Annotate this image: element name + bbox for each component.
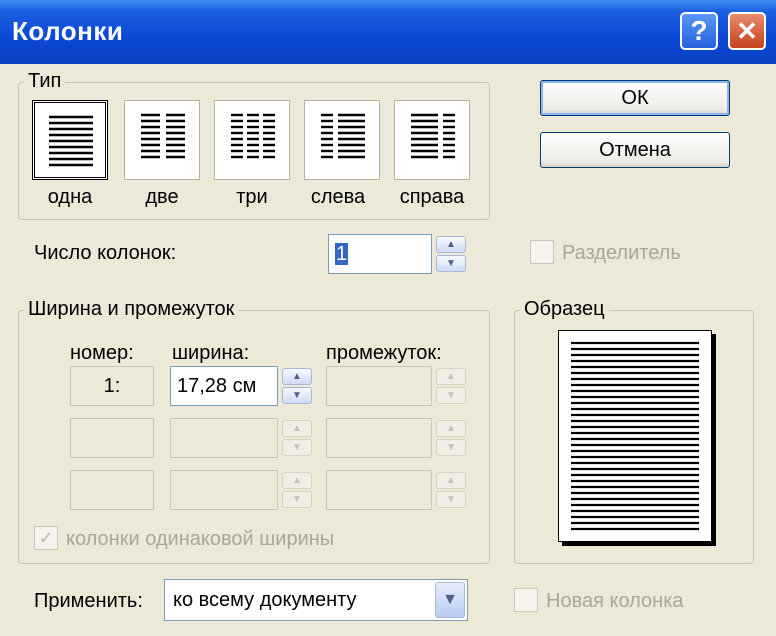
width-spacing-legend: Ширина и промежуток	[24, 298, 239, 321]
separator-label: Разделитель	[562, 242, 681, 264]
row-2-spacing-spinner: ▲ ▼	[436, 420, 466, 456]
sample-legend: Образец	[520, 298, 609, 321]
row-3-width-input	[170, 470, 278, 510]
row-2-width-spinner: ▲ ▼	[282, 420, 312, 456]
cancel-button[interactable]: Отмена	[540, 132, 730, 168]
one-column-icon	[49, 115, 93, 167]
row-1-width-input[interactable]: 17,28 см	[170, 366, 278, 406]
row-1-spacing-spinner: ▲ ▼	[436, 368, 466, 404]
apply-label: Применить:	[34, 590, 143, 612]
row-1-width-spinner[interactable]: ▲ ▼	[282, 368, 312, 404]
dropdown-icon[interactable]: ▼	[435, 582, 465, 618]
left-column-icon	[321, 113, 365, 159]
separator-checkbox[interactable]	[530, 240, 554, 264]
column-count-input[interactable]: 1	[328, 234, 432, 274]
preset-two-columns[interactable]	[124, 100, 200, 180]
row-1-number: 1:	[70, 366, 154, 406]
column-count-label: Число колонок:	[34, 242, 177, 264]
preset-label-three: три	[236, 186, 268, 208]
row-3-spacing-spinner: ▲ ▼	[436, 472, 466, 508]
row-3-width-spinner: ▲ ▼	[282, 472, 312, 508]
right-column-icon	[411, 113, 455, 159]
close-icon: ✕	[736, 16, 758, 46]
spin-down-icon[interactable]: ▼	[282, 387, 312, 404]
spacing-header: промежуток:	[326, 342, 442, 364]
spin-up-icon: ▲	[436, 420, 466, 437]
spin-down-icon: ▼	[436, 387, 466, 404]
spin-down-icon: ▼	[436, 491, 466, 508]
preset-left[interactable]	[304, 100, 380, 180]
help-icon: ?	[690, 15, 708, 46]
help-button[interactable]: ?	[680, 12, 718, 50]
preset-one-column[interactable]	[32, 100, 108, 180]
width-header: ширина:	[172, 342, 250, 364]
row-3-number	[70, 470, 154, 510]
spin-down-icon: ▼	[436, 439, 466, 456]
equal-width-checkbox[interactable]: ✓	[34, 526, 58, 550]
row-3-spacing-input	[326, 470, 432, 510]
spin-down-icon: ▼	[282, 439, 312, 456]
title-bar: Колонки ? ✕	[0, 0, 776, 64]
close-button[interactable]: ✕	[728, 12, 766, 50]
row-2-spacing-input	[326, 418, 432, 458]
type-group-legend: Тип	[24, 70, 66, 93]
spin-up-icon: ▲	[436, 472, 466, 489]
check-icon: ✓	[38, 528, 54, 548]
new-column-label: Новая колонка	[546, 590, 684, 612]
preset-label-left: слева	[310, 186, 366, 208]
window-title: Колонки	[12, 16, 124, 46]
apply-select[interactable]: ко всему документу ▼	[164, 579, 468, 621]
row-2-width-input	[170, 418, 278, 458]
spin-up-icon: ▲	[282, 472, 312, 489]
row-2-number	[70, 418, 154, 458]
three-columns-icon	[231, 113, 275, 159]
spin-down-icon: ▼	[282, 491, 312, 508]
column-count-value: 1	[335, 243, 349, 265]
spin-up-icon[interactable]: ▲	[436, 236, 466, 253]
preset-label-two: две	[145, 186, 179, 208]
spin-up-icon: ▲	[436, 368, 466, 385]
preset-label-right: справа	[399, 186, 465, 208]
spin-down-icon[interactable]: ▼	[436, 255, 466, 272]
sample-lines	[571, 341, 699, 531]
two-columns-icon	[141, 113, 185, 159]
preset-label-one: одна	[47, 186, 93, 208]
number-header: номер:	[70, 342, 134, 364]
apply-value: ко всему документу	[173, 589, 357, 611]
spin-up-icon[interactable]: ▲	[282, 368, 312, 385]
new-column-checkbox[interactable]	[514, 588, 538, 612]
column-count-spinner[interactable]: ▲ ▼	[436, 236, 466, 272]
preset-right[interactable]	[394, 100, 470, 180]
ok-button[interactable]: ОК	[540, 80, 730, 116]
equal-width-label: колонки одинаковой ширины	[66, 528, 335, 550]
row-1-spacing-input	[326, 366, 432, 406]
sample-preview	[558, 330, 712, 542]
spin-up-icon: ▲	[282, 420, 312, 437]
preset-three-columns[interactable]	[214, 100, 290, 180]
